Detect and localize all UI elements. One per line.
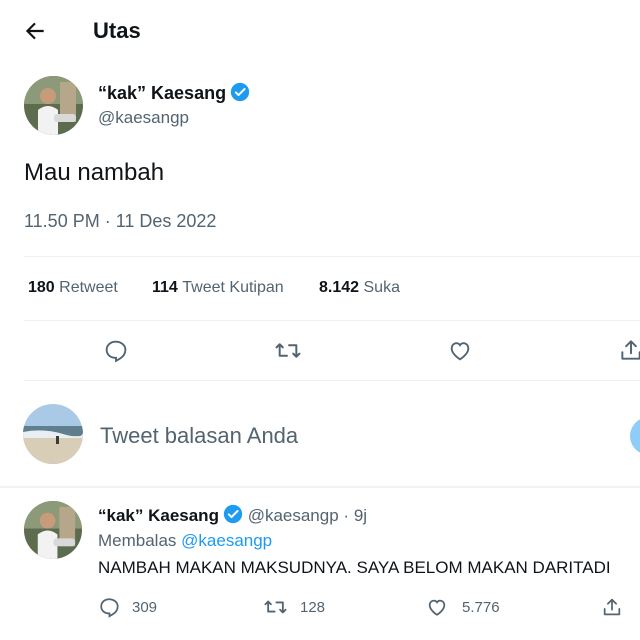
- tweet-text: Mau nambah: [24, 159, 165, 186]
- verified-badge-icon: [230, 82, 250, 102]
- divider: [24, 320, 640, 321]
- share-icon: [603, 598, 621, 616]
- retweets-label: Retweet: [59, 279, 118, 296]
- reply-composer-input[interactable]: Tweet balasan Anda: [100, 423, 298, 449]
- share-button[interactable]: [618, 337, 640, 363]
- reply-button[interactable]: [103, 338, 128, 363]
- reply-avatar[interactable]: [24, 501, 82, 559]
- retweet-button[interactable]: [274, 338, 302, 363]
- reply-time[interactable]: 9j: [354, 506, 367, 525]
- back-button[interactable]: [22, 18, 50, 44]
- divider: [0, 486, 640, 488]
- author-handle[interactable]: @kaesangp: [98, 108, 189, 128]
- reply-like-button[interactable]: 5.776: [426, 596, 500, 618]
- retweets-count: 180: [28, 279, 55, 296]
- likes-count: 8.142: [319, 279, 360, 296]
- reply-share-button[interactable]: [601, 596, 623, 618]
- quotes-label: Tweet Kutipan: [182, 279, 284, 296]
- reply-replies-count: 309: [132, 598, 158, 616]
- retweets-stat[interactable]: 180 Retweet: [28, 279, 118, 297]
- reply-likes-count: 5.776: [462, 598, 500, 616]
- likes-stat[interactable]: 8.142 Suka: [319, 279, 400, 297]
- like-icon: [428, 599, 446, 616]
- reply-icon: [100, 598, 119, 618]
- author-name[interactable]: “kak” Kaesang: [98, 83, 226, 103]
- divider: [24, 380, 640, 381]
- likes-label: Suka: [363, 279, 400, 296]
- retweet-icon: [275, 343, 301, 358]
- reply-text: NAMBAH MAKAN MAKSUDNYA. SAYA BELOM MAKAN…: [98, 558, 611, 577]
- reply-icon: [105, 340, 127, 363]
- composer-avatar[interactable]: [23, 404, 83, 464]
- back-arrow-icon: [25, 22, 44, 40]
- reply-separator: ·: [343, 506, 350, 525]
- quotes-stat[interactable]: 114 Tweet Kutipan: [152, 279, 284, 297]
- quotes-count: 114: [152, 279, 178, 296]
- avatar[interactable]: [24, 76, 83, 135]
- reply-retweets-count: 128: [300, 598, 326, 616]
- reply-submit-button[interactable]: [630, 417, 640, 455]
- tweet-timestamp[interactable]: 11.50 PM · 11 Des 2022: [24, 211, 216, 232]
- divider: [24, 256, 640, 257]
- reply-retweet-button[interactable]: 128: [263, 596, 325, 618]
- reply-author-name[interactable]: “kak” Kaesang: [98, 506, 219, 525]
- like-button[interactable]: [447, 338, 473, 363]
- replying-to-link[interactable]: @kaesangp: [181, 531, 272, 550]
- like-icon: [450, 342, 470, 361]
- replying-label: Membalas: [98, 531, 177, 550]
- page-title: Utas: [93, 18, 141, 43]
- retweet-icon: [264, 600, 287, 614]
- reply-author-handle[interactable]: @kaesangp: [248, 506, 339, 525]
- verified-badge-icon: [223, 504, 243, 524]
- share-icon: [621, 340, 640, 360]
- reply-reply-button[interactable]: 309: [98, 596, 157, 618]
